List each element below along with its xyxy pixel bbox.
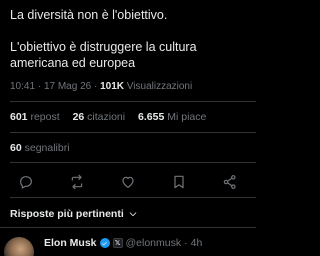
bookmarks-label: segnalibri xyxy=(24,142,70,154)
tweet-date[interactable]: 17 Mag 26 xyxy=(44,81,91,92)
tweet-text-line-1: La diversità non è l'obiettivo. xyxy=(10,8,168,22)
bookmarks-count: 60 xyxy=(10,142,22,154)
engagement-stats: 601 repost 26 citazioni 6.655 Mi piace xyxy=(10,111,206,123)
reply-author-handle: @elonmusk xyxy=(125,237,182,249)
verified-badge-icon xyxy=(99,238,110,248)
x-affiliate-badge: 𝕏 xyxy=(112,238,123,248)
share-icon xyxy=(223,175,236,189)
chevron-down-icon xyxy=(129,212,137,217)
reposts-count: 601 xyxy=(10,111,28,123)
likes-count: 6.655 xyxy=(138,111,165,123)
replies-sort-label: Risposte più pertinenti xyxy=(10,208,124,220)
reply-header: Elon Musk 𝕏 @elonmusk · 4h xyxy=(44,237,202,249)
divider xyxy=(10,101,256,102)
divider xyxy=(10,162,256,163)
reply-separator: · xyxy=(184,237,188,249)
bookmarks-stat[interactable]: 60 segnalibri xyxy=(10,142,70,154)
reply-time[interactable]: 4h xyxy=(191,237,203,249)
tweet-text: La diversità non è l'obiettivo. L'obiett… xyxy=(10,7,250,71)
repost-icon xyxy=(71,174,83,190)
reply-author-name[interactable]: Elon Musk xyxy=(44,237,97,249)
reply-icon xyxy=(20,176,32,189)
action-bar xyxy=(0,170,256,194)
divider xyxy=(0,227,256,228)
like-button[interactable] xyxy=(118,172,138,192)
like-icon xyxy=(122,176,134,188)
quotes-stat[interactable]: 26 citazioni xyxy=(73,111,126,123)
tweet-meta: 10:41 · 17 Mag 26 · 101K Visualizzazioni xyxy=(10,81,192,92)
bookmark-button[interactable] xyxy=(169,172,189,192)
quotes-label: citazioni xyxy=(87,111,126,123)
share-button[interactable] xyxy=(220,172,240,192)
meta-separator: · xyxy=(37,81,42,92)
repost-button[interactable] xyxy=(67,172,87,192)
divider xyxy=(10,132,256,133)
divider xyxy=(10,197,256,198)
reply-item[interactable]: Elon Musk 𝕏 @elonmusk · 4h xyxy=(0,233,256,256)
bookmark-icon xyxy=(174,175,184,189)
quotes-count: 26 xyxy=(72,111,85,123)
meta-separator: · xyxy=(93,81,98,92)
likes-label: Mi piace xyxy=(167,111,207,123)
reply-button[interactable] xyxy=(16,172,36,192)
views-label: Visualizzazioni xyxy=(126,81,193,92)
avatar[interactable] xyxy=(4,237,34,256)
reposts-stat[interactable]: 601 repost xyxy=(10,111,60,123)
replies-sort-dropdown[interactable]: Risposte più pertinenti xyxy=(10,208,138,220)
likes-stat[interactable]: 6.655 Mi piace xyxy=(138,111,206,123)
reposts-label: repost xyxy=(30,111,60,123)
tweet-text-line-2: L'obiettivo è distruggere la cultura ame… xyxy=(10,40,197,70)
tweet-time[interactable]: 10:41 xyxy=(10,81,35,92)
views-count: 101K xyxy=(100,81,125,92)
